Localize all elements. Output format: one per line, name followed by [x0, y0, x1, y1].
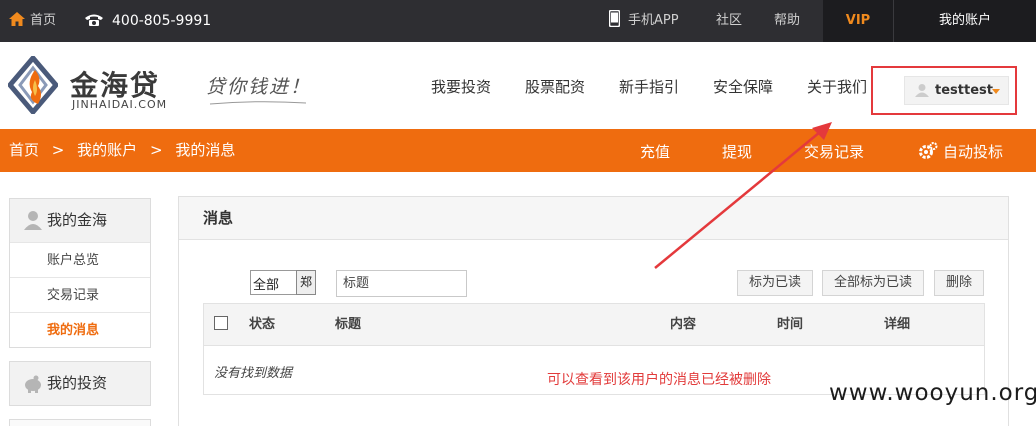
panel-title: 消息 — [179, 197, 1008, 240]
nav-beginner-guide[interactable]: 新手指引 — [619, 76, 679, 97]
community-link[interactable]: 社区 — [716, 0, 742, 42]
sidebar-group-more — [9, 419, 151, 426]
hotline: 400-805-9991 — [84, 0, 211, 42]
delete-button[interactable]: 删除 — [934, 270, 984, 296]
col-title: 标题 — [335, 317, 362, 332]
my-account-link[interactable]: 我的账户 — [893, 0, 1036, 42]
sidebar-group-title[interactable]: 我的金海 — [10, 199, 150, 242]
annotation-text: 可以查看到该用户的消息已经被删除 — [547, 372, 771, 388]
breadcrumb-sep: > — [149, 141, 163, 159]
breadcrumb-sep: > — [51, 141, 65, 159]
col-detail: 详细 — [884, 317, 911, 332]
watermark: www.wooyun.org — [829, 380, 1036, 406]
empty-state-text: 没有找到数据 — [214, 366, 293, 381]
user-highlight-box: testtest — [871, 66, 1017, 115]
nav-security[interactable]: 安全保障 — [713, 76, 773, 97]
breadcrumb-home[interactable]: 首页 — [9, 141, 39, 159]
filter-value: 全部 — [253, 278, 280, 293]
transactions-link[interactable]: 交易记录 — [804, 129, 864, 176]
col-time: 时间 — [777, 317, 804, 332]
nav-about-us[interactable]: 关于我们 — [807, 76, 867, 97]
nav-invest[interactable]: 我要投资 — [431, 76, 491, 97]
sidebar-group-investment: 我的投资 — [9, 361, 151, 406]
filter-dropdown-button[interactable]: 郑 — [296, 270, 316, 295]
recharge-link[interactable]: 充值 — [640, 129, 670, 176]
home-link[interactable]: 首页 — [9, 0, 56, 42]
mobile-app-link[interactable]: 手机APP — [609, 0, 679, 42]
gear-icon — [919, 142, 938, 159]
home-icon — [9, 12, 25, 26]
help-link[interactable]: 帮助 — [774, 0, 800, 42]
slogan-underline — [209, 101, 307, 105]
col-status: 状态 — [249, 317, 276, 332]
breadcrumb-current: 我的消息 — [175, 141, 236, 159]
top-bar: 首页 400-805-9991 手机APP 社区 帮助 VIP 我的账户 — [0, 0, 1036, 42]
sidebar-item-transactions[interactable]: 交易记录 — [10, 277, 150, 312]
phone-icon — [85, 14, 103, 26]
auto-bid-link[interactable]: 自动投标 — [918, 129, 1003, 176]
sidebar-group-account: 我的金海 账户总览 交易记录 我的消息 — [9, 198, 151, 348]
username: testtest — [935, 83, 993, 98]
mark-read-button[interactable]: 标为已读 — [737, 270, 813, 296]
mark-all-read-button[interactable]: 全部标为已读 — [822, 270, 924, 296]
user-menu[interactable]: testtest — [904, 76, 1009, 105]
sidebar-item-overview[interactable]: 账户总览 — [10, 242, 150, 277]
breadcrumb: 首页 > 我的账户 > 我的消息 — [9, 129, 243, 172]
col-content: 内容 — [670, 317, 697, 332]
user-icon — [915, 84, 929, 97]
sidebar: 我的金海 账户总览 交易记录 我的消息 我的投资 — [9, 198, 151, 426]
site-header: 金海贷 JINHAIDAI.COM 贷你钱进！ 我要投资 股票配资 新手指引 安… — [0, 42, 1036, 129]
withdraw-link[interactable]: 提现 — [722, 129, 752, 176]
user-icon — [24, 211, 42, 230]
brand-domain: JINHAIDAI.COM — [72, 98, 168, 111]
filter-select[interactable]: 全部 郑 — [250, 270, 316, 295]
vip-link[interactable]: VIP — [823, 0, 893, 42]
sidebar-item-messages[interactable]: 我的消息 — [10, 312, 150, 347]
slogan: 贷你钱进！ — [206, 76, 312, 98]
table-header: 状态 标题 内容 时间 详细 — [204, 304, 984, 346]
sub-bar: 首页 > 我的账户 > 我的消息 充值 提现 交易记录 自动投标 — [0, 129, 1036, 172]
logo-icon[interactable] — [8, 56, 58, 114]
breadcrumb-account[interactable]: 我的账户 — [77, 141, 137, 159]
mobile-icon — [609, 10, 620, 27]
piggy-bank-icon — [25, 375, 41, 393]
chevron-down-icon — [992, 89, 1000, 94]
nav-stock-financing[interactable]: 股票配资 — [525, 76, 585, 97]
select-all-checkbox[interactable] — [214, 316, 228, 330]
sidebar-group-title[interactable]: 我的投资 — [10, 362, 150, 405]
title-search-input[interactable]: 标题 — [336, 270, 467, 297]
